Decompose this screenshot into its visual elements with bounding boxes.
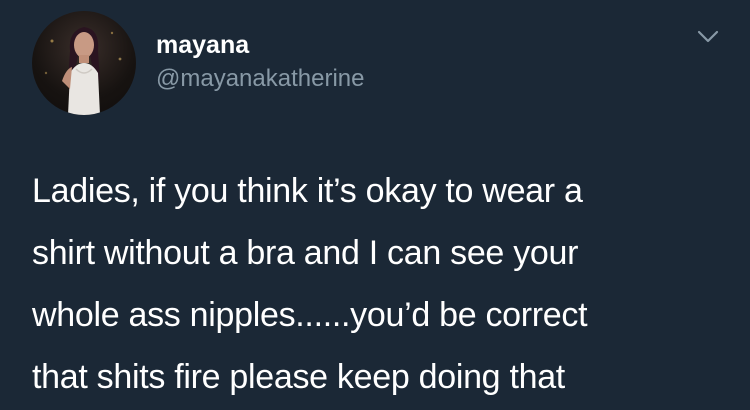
tweet-text-line: shirt without a bra and I can see your [32,234,579,272]
user-handle[interactable]: @mayanakatherine [156,62,364,96]
tweet-text-line: that shits fire please keep doing that [32,358,565,396]
tweet-text-line: whole ass nipples......you’d be correct [32,296,588,334]
tweet-text-line: Ladies, if you think it’s okay to wear a [32,172,583,210]
tweet-header: mayana @mayanakatherine [32,8,364,118]
tweet-card: mayana @mayanakatherine Ladies, if you t… [0,0,750,410]
user-names: mayana @mayanakatherine [156,30,364,96]
avatar[interactable] [32,11,136,115]
profile-photo-icon [44,27,122,115]
chevron-down-icon[interactable] [694,22,722,50]
display-name[interactable]: mayana [156,30,364,60]
tweet-text: Ladies, if you think it’s okay to wear a… [32,160,732,408]
